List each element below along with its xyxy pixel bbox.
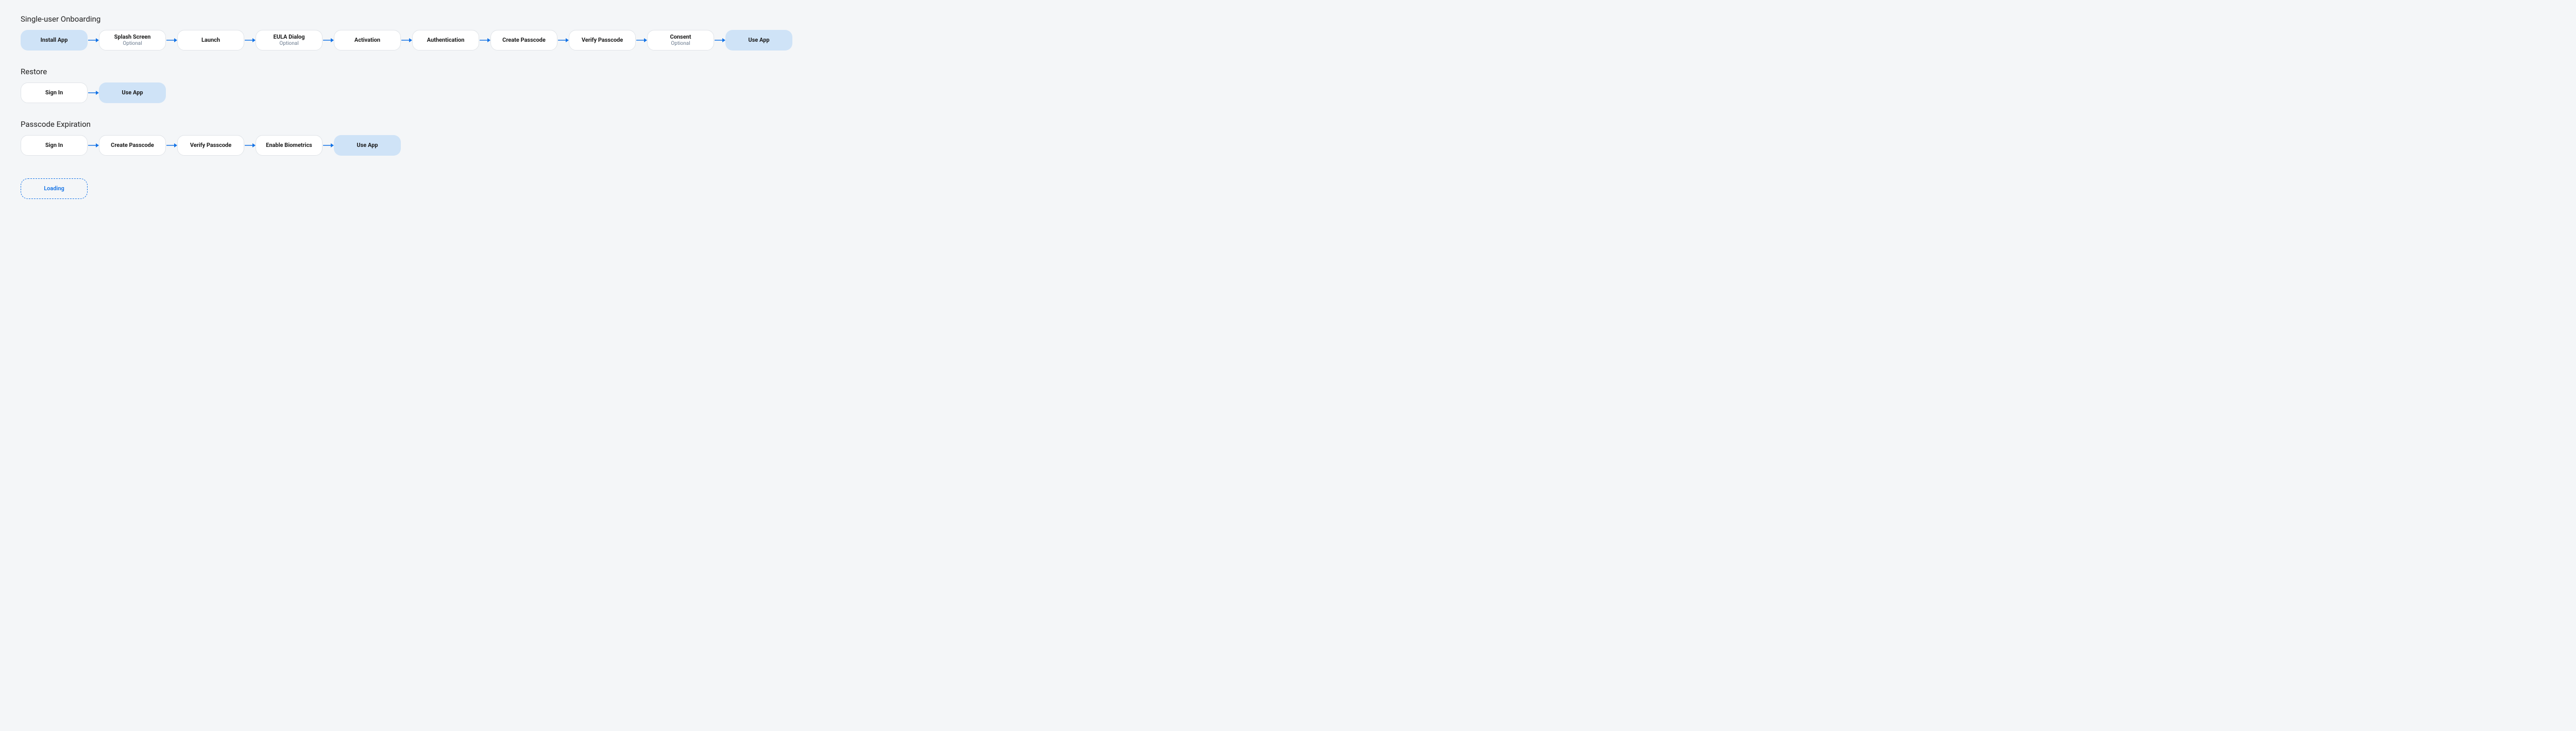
node-label: Verify Passcode <box>190 142 231 148</box>
node-label: Create Passcode <box>502 37 546 43</box>
flow-node-activation: Activation <box>334 30 401 51</box>
flow-node-create-passcode: Create Passcode <box>490 30 557 51</box>
section-passcode-expiration: Passcode Expiration Sign In Create Passc… <box>21 120 2555 199</box>
node-subtext: Optional <box>279 41 298 47</box>
node-label: Use App <box>748 37 769 43</box>
node-subtext: Optional <box>671 41 690 47</box>
flow-node-verify-passcode: Verify Passcode <box>177 135 244 156</box>
section-title: Passcode Expiration <box>21 120 2555 129</box>
node-label: Sign In <box>45 89 63 96</box>
arrow-right-icon <box>166 30 177 51</box>
flow-node-use-app: Use App <box>725 30 792 51</box>
flow-node-sign-in: Sign In <box>21 135 88 156</box>
node-label: Install App <box>41 37 68 43</box>
section-single-user-onboarding: Single-user Onboarding Install App Splas… <box>21 14 2555 51</box>
arrow-right-icon <box>557 30 569 51</box>
flow-node-enable-biometrics: Enable Biometrics <box>256 135 323 156</box>
flow-node-use-app: Use App <box>334 135 401 156</box>
loading-node-wrap: Loading <box>21 178 2555 199</box>
node-label: Consent <box>670 34 691 40</box>
node-label: Sign In <box>45 142 63 148</box>
flow-row: Sign In Create Passcode Verify Passcode … <box>21 135 2555 156</box>
flow-node-sign-in: Sign In <box>21 82 88 103</box>
arrow-right-icon <box>88 82 99 103</box>
arrow-right-icon <box>88 135 99 156</box>
node-label: Authentication <box>427 37 465 43</box>
node-label: Use App <box>122 89 143 96</box>
arrow-right-icon <box>88 30 99 51</box>
node-subtext: Optional <box>123 41 142 47</box>
arrow-right-icon <box>479 30 490 51</box>
node-label: Splash Screen <box>114 34 151 40</box>
arrow-right-icon <box>166 135 177 156</box>
arrow-right-icon <box>244 135 256 156</box>
flow-node-use-app: Use App <box>99 82 166 103</box>
section-title: Restore <box>21 67 2555 76</box>
flow-node-launch: Launch <box>177 30 244 51</box>
node-label: Loading <box>44 185 64 192</box>
node-label: Verify Passcode <box>582 37 623 43</box>
flow-node-install-app: Install App <box>21 30 88 51</box>
node-label: Enable Biometrics <box>266 142 312 148</box>
node-label: Launch <box>201 37 220 43</box>
node-label: Create Passcode <box>111 142 154 148</box>
node-label: Activation <box>354 37 380 43</box>
arrow-right-icon <box>636 30 647 51</box>
flow-node-authentication: Authentication <box>412 30 479 51</box>
flow-node-splash-screen: Splash Screen Optional <box>99 30 166 51</box>
flow-node-loading: Loading <box>21 178 88 199</box>
flow-node-create-passcode: Create Passcode <box>99 135 166 156</box>
arrow-right-icon <box>323 30 334 51</box>
section-restore: Restore Sign In Use App <box>21 67 2555 103</box>
arrow-right-icon <box>323 135 334 156</box>
node-label: Use App <box>357 142 378 148</box>
node-label: EULA Dialog <box>274 34 305 40</box>
flow-row: Install App Splash Screen Optional Launc… <box>21 30 2555 51</box>
flow-node-eula-dialog: EULA Dialog Optional <box>256 30 323 51</box>
flow-node-verify-passcode: Verify Passcode <box>569 30 636 51</box>
arrow-right-icon <box>244 30 256 51</box>
arrow-right-icon <box>401 30 412 51</box>
flow-row: Sign In Use App <box>21 82 2555 103</box>
arrow-right-icon <box>714 30 725 51</box>
section-title: Single-user Onboarding <box>21 14 2555 24</box>
flow-node-consent: Consent Optional <box>647 30 714 51</box>
